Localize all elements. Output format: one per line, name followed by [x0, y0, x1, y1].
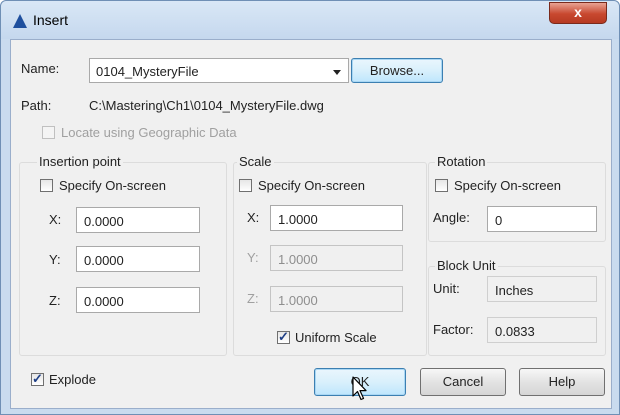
scale-z-label: Z:	[247, 291, 259, 306]
insertion-x-value: 0.0000	[84, 214, 124, 229]
factor-label: Factor:	[433, 322, 474, 337]
angle-input[interactable]: 0	[487, 206, 597, 232]
angle-label: Angle:	[433, 210, 470, 225]
cancel-button[interactable]: Cancel	[420, 368, 506, 396]
geographic-checkbox[interactable]	[42, 126, 55, 139]
factor-value: 0.0833	[495, 324, 535, 339]
scale-z-input[interactable]: 1.0000	[270, 286, 403, 312]
rotation-title: Rotation	[435, 154, 488, 169]
insertion-point-title: Insertion point	[37, 154, 123, 169]
scale-title: Scale	[237, 154, 274, 169]
path-value: C:\Mastering\Ch1\0104_MysteryFile.dwg	[89, 98, 324, 113]
scale-x-value: 1.0000	[278, 212, 318, 227]
title-bar[interactable]: Insert x	[1, 1, 619, 39]
mouse-cursor-icon	[352, 376, 367, 401]
autocad-logo-icon	[13, 14, 27, 28]
insertion-y-value: 0.0000	[84, 253, 124, 268]
insertion-z-value: 0.0000	[84, 294, 124, 309]
geographic-label: Locate using Geographic Data	[61, 125, 237, 140]
insertion-y-input[interactable]: 0.0000	[76, 246, 200, 272]
scale-z-value: 1.0000	[278, 293, 318, 308]
dialog-body: Name: 0104_MysteryFile Browse... Path: C…	[10, 39, 612, 409]
checkmark-icon: ✓	[32, 371, 43, 386]
insertion-specify-checkbox[interactable]	[40, 179, 53, 192]
insertion-z-label: Z:	[49, 293, 61, 308]
rotation-specify-checkbox[interactable]	[435, 179, 448, 192]
name-value: 0104_MysteryFile	[96, 64, 199, 79]
block-unit-title: Block Unit	[435, 258, 498, 273]
name-label: Name:	[21, 61, 60, 76]
scale-y-input[interactable]: 1.0000	[270, 245, 403, 271]
scale-y-label: Y:	[247, 250, 259, 265]
dialog-title: Insert	[33, 12, 69, 28]
unit-value-box: Inches	[487, 276, 597, 302]
rotation-specify-label: Specify On-screen	[454, 178, 561, 193]
insertion-z-input[interactable]: 0.0000	[76, 287, 200, 313]
uniform-scale-checkbox[interactable]: ✓	[277, 329, 290, 344]
insert-dialog: Insert x Name: 0104_MysteryFile Browse..…	[0, 0, 620, 415]
help-button[interactable]: Help	[519, 368, 605, 396]
scale-x-label: X:	[247, 210, 260, 225]
factor-value-box: 0.0833	[487, 317, 597, 343]
scale-specify-checkbox[interactable]	[239, 179, 252, 192]
scale-x-input[interactable]: 1.0000	[270, 205, 403, 231]
explode-checkbox[interactable]: ✓	[31, 371, 44, 386]
scale-y-value: 1.0000	[278, 252, 318, 267]
close-button[interactable]: x	[549, 2, 607, 24]
name-combobox[interactable]: 0104_MysteryFile	[89, 58, 349, 83]
uniform-scale-label: Uniform Scale	[295, 330, 377, 345]
insertion-x-label: X:	[49, 212, 62, 227]
unit-value: Inches	[495, 283, 534, 298]
scale-specify-label: Specify On-screen	[258, 178, 365, 193]
unit-label: Unit:	[433, 281, 460, 296]
checkmark-icon: ✓	[278, 329, 289, 344]
path-label: Path:	[21, 98, 52, 113]
chevron-down-icon[interactable]	[333, 70, 341, 75]
explode-label: Explode	[49, 372, 96, 387]
angle-value: 0	[495, 213, 503, 228]
insertion-y-label: Y:	[49, 252, 61, 267]
browse-button[interactable]: Browse...	[351, 58, 443, 83]
insertion-specify-label: Specify On-screen	[59, 178, 166, 193]
insertion-x-input[interactable]: 0.0000	[76, 207, 200, 233]
